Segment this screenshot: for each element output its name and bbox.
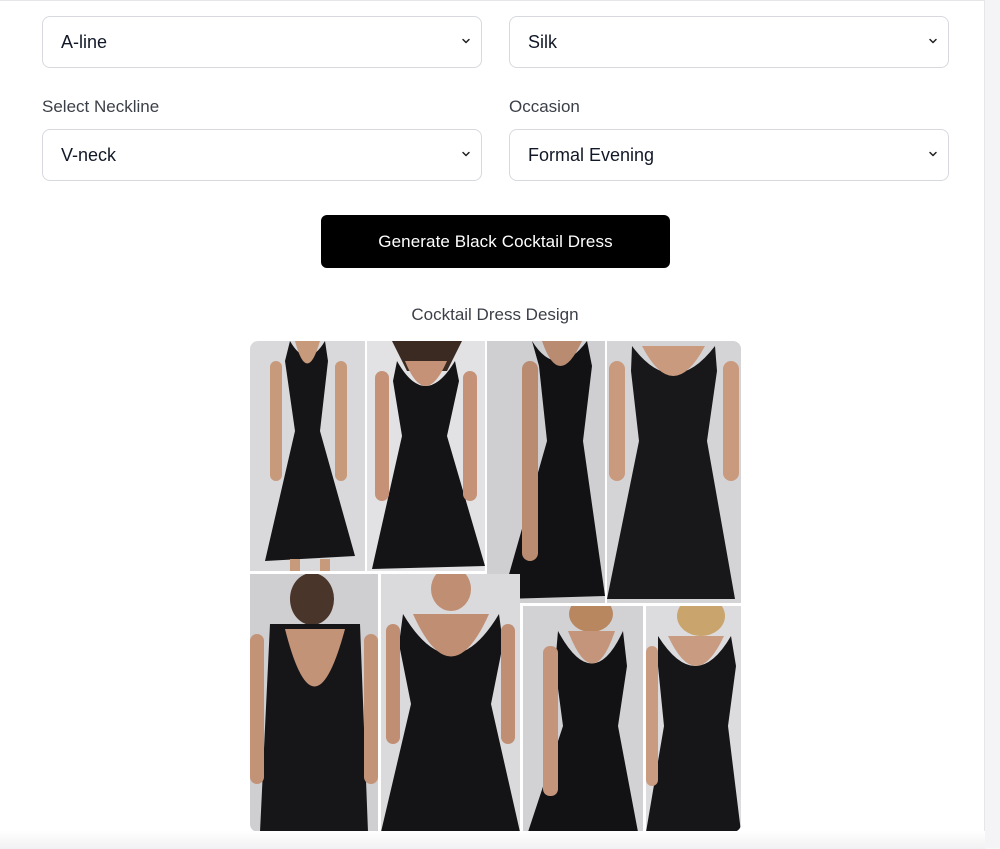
fabric-value: Silk [528,31,558,52]
chevron-down-icon [462,38,470,44]
occasion-select[interactable]: Formal Evening [509,129,949,181]
fabric-select[interactable]: Silk [509,16,949,68]
silhouette-value: A-line [61,31,108,52]
neckline-select[interactable]: V-neck [42,129,482,181]
dress-photo [487,341,605,603]
generate-dress-button[interactable]: Generate Black Cocktail Dress [321,215,670,268]
chevron-down-icon [929,38,937,44]
dress-photo [367,341,485,571]
dress-photo [646,606,741,832]
dress-photo [607,341,741,603]
page-bottom-edge [0,831,985,849]
dress-photo [250,574,378,832]
dress-design-image [250,341,741,832]
silhouette-select[interactable]: A-line [42,16,482,68]
result-caption: Cocktail Dress Design [411,305,579,324]
chevron-down-icon [462,151,470,157]
dress-photo [523,606,643,832]
occasion-label: Occasion [509,97,580,116]
occasion-value: Formal Evening [528,144,655,165]
dress-photo [250,341,365,571]
scrollbar-track[interactable] [985,0,1000,848]
page: A-line Silk Select Neckline Occasion V-n… [0,0,985,849]
neckline-value: V-neck [61,144,117,165]
dress-photo [381,574,520,832]
chevron-down-icon [929,151,937,157]
neckline-label: Select Neckline [42,97,160,116]
